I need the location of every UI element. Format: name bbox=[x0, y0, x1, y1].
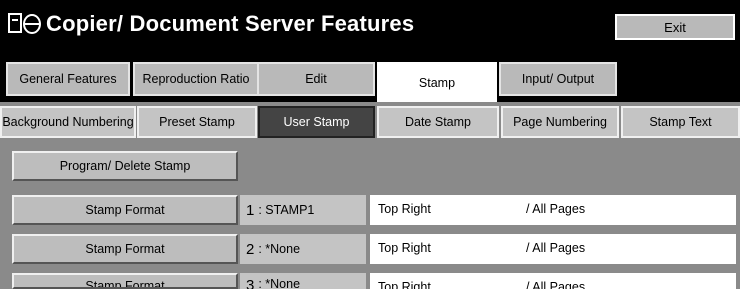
subtab-stamp-text[interactable]: Stamp Text bbox=[621, 106, 740, 138]
tab-input-output[interactable]: Input/ Output bbox=[499, 62, 617, 96]
stamp-index: 1 bbox=[246, 201, 255, 219]
copier-screen: Copier/ Document Server Features Exit Ge… bbox=[0, 0, 740, 289]
subtab-date-stamp[interactable]: Date Stamp bbox=[377, 106, 499, 138]
stamp-settings: Top Right / All Pages bbox=[370, 234, 736, 264]
stamp-position: Top Right bbox=[378, 241, 431, 255]
stamp-number: 2 : *None bbox=[240, 234, 366, 264]
copier-document-server-icon bbox=[8, 13, 41, 34]
subtab-background-numbering[interactable]: Background Numbering bbox=[0, 106, 136, 138]
stamp-position: Top Right bbox=[378, 280, 431, 289]
window-title: Copier/ Document Server Features bbox=[46, 11, 415, 36]
title-bar: Copier/ Document Server Features Exit bbox=[0, 0, 740, 52]
tab-reproduction-ratio[interactable]: Reproduction Ratio bbox=[133, 62, 259, 96]
tab-edit[interactable]: Edit bbox=[257, 62, 375, 96]
stamp-position: Top Right bbox=[378, 202, 431, 216]
subtab-preset-stamp[interactable]: Preset Stamp bbox=[137, 106, 257, 138]
stamp-format-button[interactable]: Stamp Format bbox=[12, 273, 238, 289]
stamp-pages: / All Pages bbox=[526, 202, 586, 216]
stamp-pages: / All Pages bbox=[526, 241, 586, 255]
stamp-format-button[interactable]: Stamp Format bbox=[12, 234, 238, 264]
stamp-number: 3 : *None bbox=[240, 273, 366, 289]
stamp-number: 1 : STAMP1 bbox=[240, 195, 366, 225]
stamp-index: 3 bbox=[246, 277, 255, 289]
subtab-page-numbering[interactable]: Page Numbering bbox=[501, 106, 619, 138]
stamp-settings: Top Right / All Pages bbox=[370, 195, 736, 225]
stamp-settings: Top Right / All Pages bbox=[370, 273, 736, 289]
stamp-index: 2 bbox=[246, 240, 255, 258]
subtab-user-stamp[interactable]: User Stamp bbox=[258, 106, 375, 138]
tab-stamp[interactable]: Stamp bbox=[377, 62, 497, 102]
tab-general-features[interactable]: General Features bbox=[6, 62, 130, 96]
program-delete-stamp-button[interactable]: Program/ Delete Stamp bbox=[12, 151, 238, 181]
stamp-name: : *None bbox=[258, 242, 301, 256]
stamp-name: : STAMP1 bbox=[258, 203, 315, 217]
exit-button[interactable]: Exit bbox=[615, 14, 735, 40]
stamp-format-button[interactable]: Stamp Format bbox=[12, 195, 238, 225]
stamp-name: : *None bbox=[258, 277, 301, 289]
stamp-pages: / All Pages bbox=[526, 280, 586, 289]
